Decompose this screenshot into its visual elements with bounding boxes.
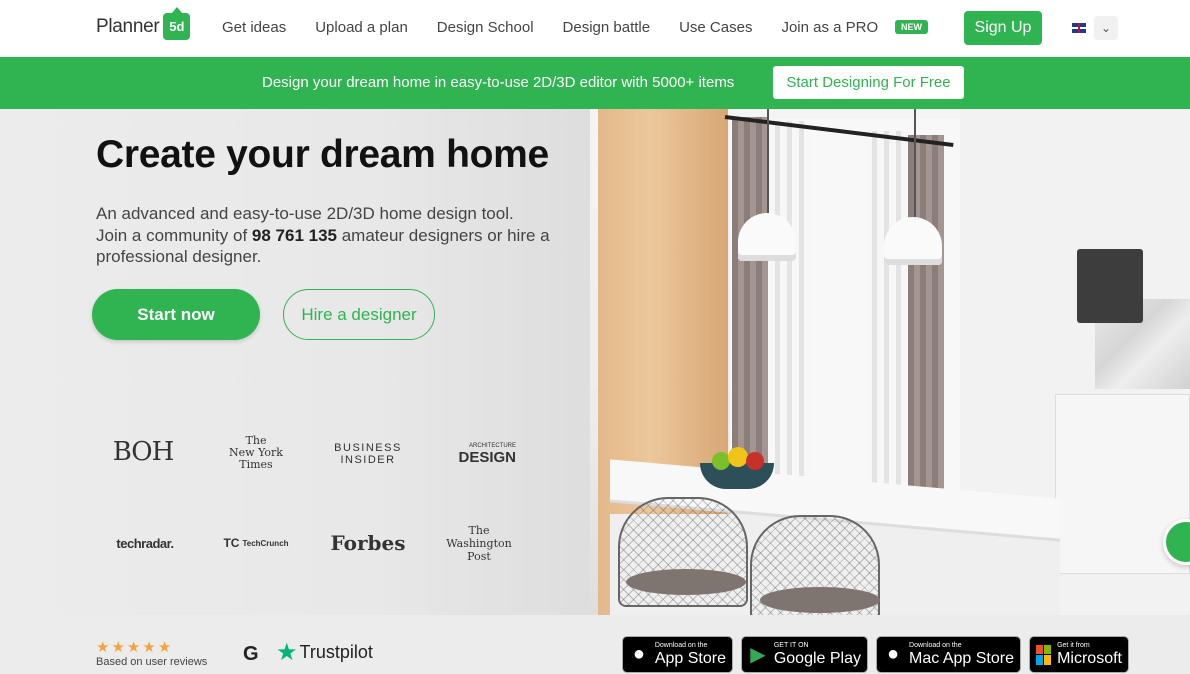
wp-logo-line1: The (468, 523, 490, 537)
microsoft-store-button[interactable]: Get it from Microsoft (1029, 636, 1129, 673)
bi-logo-line2: INSIDER (340, 454, 396, 466)
google-play-big: Google Play (773, 650, 861, 667)
rating-label: Based on user reviews (96, 656, 208, 668)
hero-desc-line2-pre: Join a community of (96, 225, 252, 245)
uk-flag-icon (1072, 23, 1086, 33)
wp-logo-line3: Post (467, 549, 491, 563)
scene-coffee-machine (1077, 249, 1143, 323)
google-play-label: GET IT ON Google Play (774, 642, 861, 667)
nav-join-pro[interactable]: Join as a PRO (781, 19, 878, 36)
architectural-digest-logo: ARCHITECTURE DESIGN (446, 441, 516, 467)
techcrunch-mark: TC (223, 536, 240, 550)
scene-chair-seat (626, 569, 746, 595)
nyt-logo-line3: Times (239, 458, 273, 471)
language-selector[interactable]: ⌄ (1072, 16, 1124, 40)
hero-title: Create your dream home (96, 133, 549, 176)
chevron-down-icon[interactable]: ⌄ (1094, 16, 1118, 40)
scene-curtain-dark (732, 117, 768, 497)
sign-up-button[interactable]: Sign Up (964, 11, 1042, 45)
apple-icon: ● (886, 643, 900, 665)
nyt-logo: The New York Times (226, 431, 286, 475)
main-nav: Get ideas Upload a plan Design School De… (222, 19, 907, 36)
mac-app-store-label: Download on the Mac App Store (909, 642, 1014, 667)
apple-icon: ● (632, 643, 645, 665)
microsoft-icon (1036, 644, 1052, 665)
microsoft-store-small: Get it from (1057, 642, 1090, 649)
g2-logo[interactable]: G (243, 643, 259, 666)
app-store-small: Download on the (654, 642, 708, 649)
washington-post-logo: The Washington Post (446, 521, 512, 565)
scene-fruit (728, 447, 748, 467)
microsoft-store-big: Microsoft (1057, 650, 1122, 667)
kitchen-render-image (590, 109, 1190, 615)
microsoft-store-label: Get it from Microsoft (1057, 642, 1122, 667)
star-rating-icon: ★★★★★ (96, 639, 174, 656)
scene-curtain-white (768, 121, 810, 491)
app-store-label: Download on the App Store (655, 642, 726, 667)
bi-logo-line1: BUSINESS (334, 442, 402, 454)
techcrunch-logo: TC TechCrunch (221, 533, 291, 553)
nav-design-school[interactable]: Design School (437, 19, 534, 36)
scene-lamp-cord (914, 109, 916, 219)
google-play-icon: ▶ (750, 644, 766, 666)
nav-get-ideas[interactable]: Get ideas (222, 19, 286, 36)
promo-banner: Design your dream home in easy-to-use 2D… (0, 57, 1190, 109)
techcrunch-text: TechCrunch (242, 538, 289, 548)
scene-fruit (746, 452, 764, 470)
logo-house-icon: 5d (163, 7, 191, 40)
start-designing-button[interactable]: Start Designing For Free (773, 66, 964, 99)
nav-design-battle[interactable]: Design battle (563, 19, 651, 36)
new-badge: NEW (895, 20, 928, 34)
planner5d-logo[interactable]: Planner 5d (96, 7, 191, 40)
scene-curtain-white (865, 131, 907, 501)
top-header: Planner 5d Get ideas Upload a plan Desig… (0, 0, 1190, 57)
hero-background (0, 109, 620, 615)
trustpilot-logo[interactable]: ★ Trustpilot (276, 638, 373, 666)
logo-text: Planner (96, 15, 160, 37)
forbes-logo: Forbes (330, 531, 406, 555)
nav-upload-plan[interactable]: Upload a plan (315, 19, 408, 36)
google-play-button[interactable]: ▶ GET IT ON Google Play (741, 636, 868, 673)
ad-logo-big: DESIGN (458, 448, 516, 466)
hero-description: An advanced and easy-to-use 2D/3D home d… (96, 203, 596, 268)
promo-text: Design your dream home in easy-to-use 2D… (262, 74, 735, 91)
wp-logo-line2: Washington (446, 536, 512, 550)
mac-app-store-small: Download on the (909, 642, 962, 649)
start-now-button[interactable]: Start now (92, 289, 260, 340)
app-store-button[interactable]: ● Download on the App Store (622, 636, 733, 673)
boh-logo: BOH (112, 437, 175, 467)
mac-app-store-button[interactable]: ● Download on the Mac App Store (876, 636, 1021, 673)
trustpilot-text: Trustpilot (299, 642, 373, 662)
bottom-ratings-bar: ★★★★★ Based on user reviews G ★ Trustpil… (0, 615, 1190, 674)
business-insider-logo: BUSINESS INSIDER (332, 441, 404, 467)
mac-app-store-big: Mac App Store (909, 650, 1014, 667)
google-play-small: GET IT ON (773, 642, 809, 649)
hero-desc-line1: An advanced and easy-to-use 2D/3D home d… (96, 204, 514, 223)
hero-section: Create your dream home An advanced and e… (0, 109, 1190, 615)
trustpilot-star-icon: ★ (276, 638, 298, 666)
community-count: 98 761 135 (251, 225, 337, 245)
techradar-logo: techradar. (116, 535, 174, 551)
hire-designer-button[interactable]: Hire a designer (283, 289, 435, 340)
scene-chair-seat (760, 587, 880, 613)
scene-lamp-cord (767, 109, 769, 215)
app-store-big: App Store (654, 650, 726, 667)
nav-use-cases[interactable]: Use Cases (679, 19, 752, 36)
